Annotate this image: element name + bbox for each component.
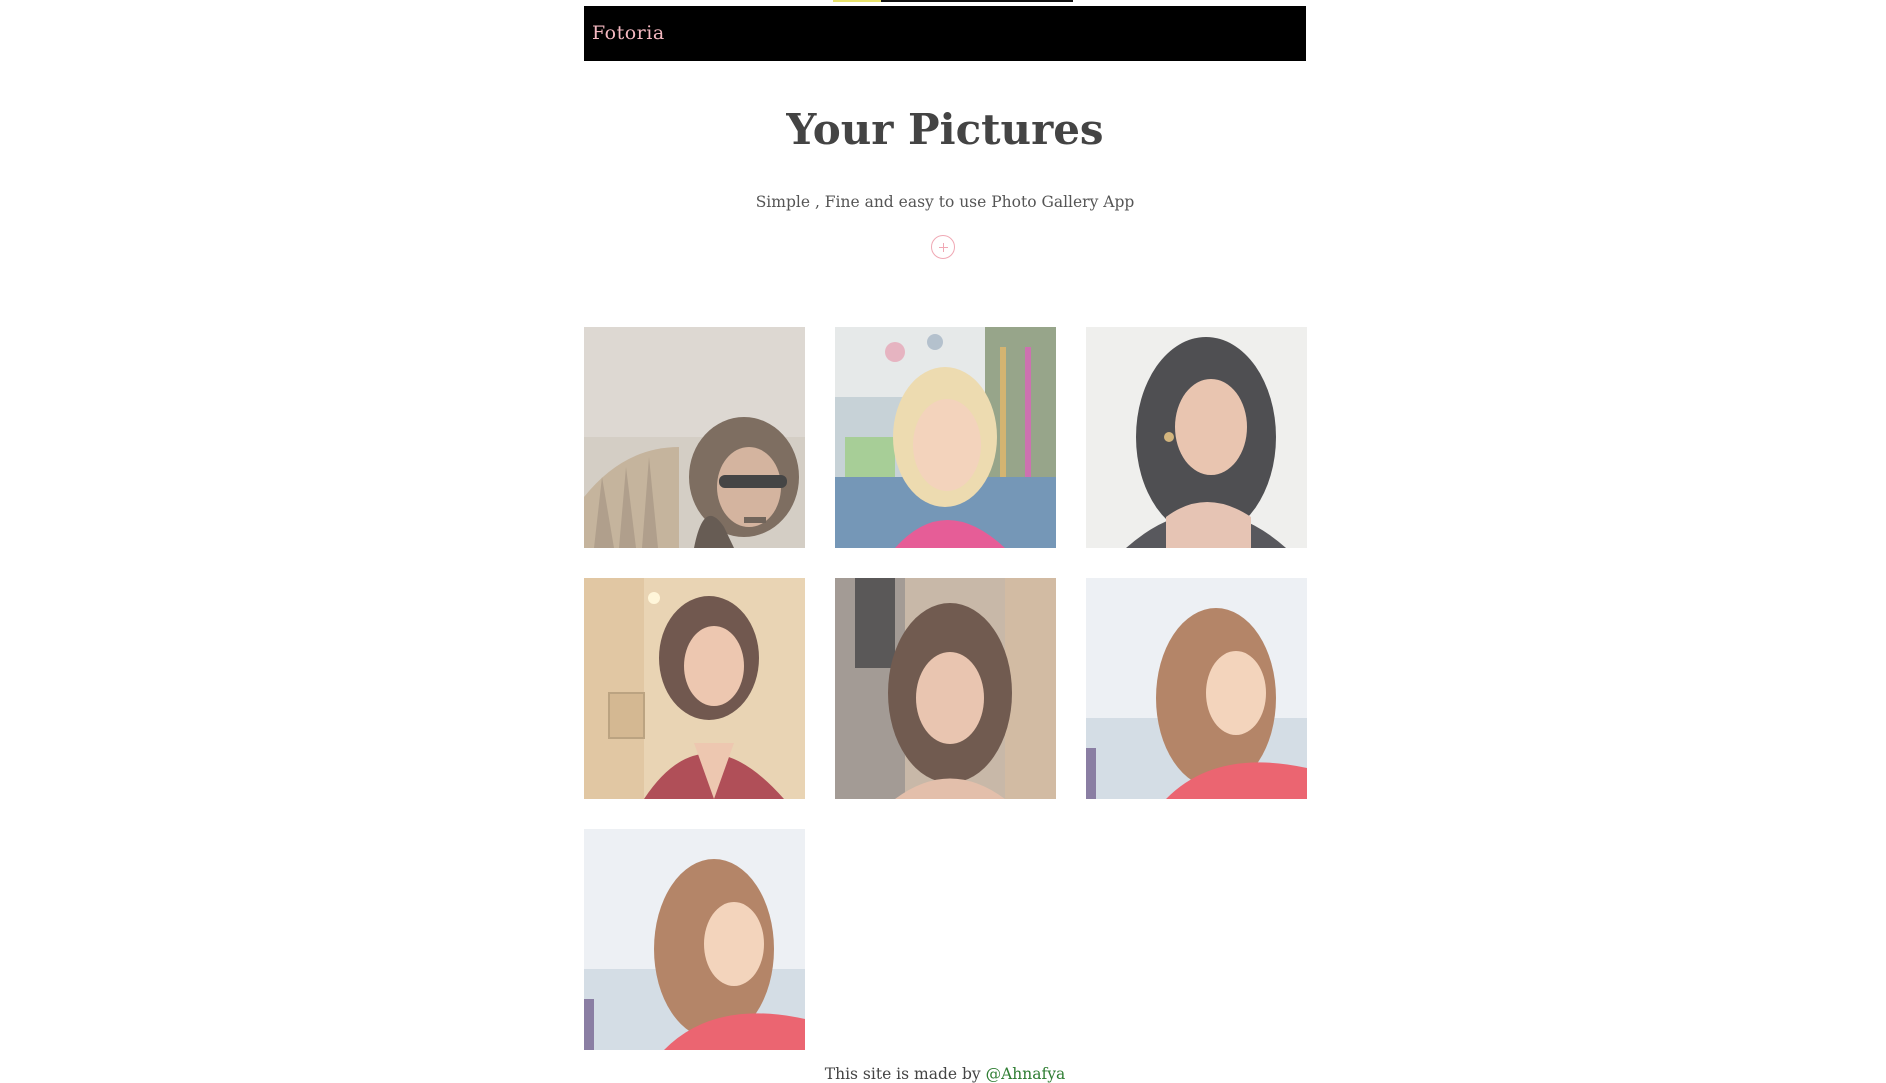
photo-5[interactable] [835, 578, 1056, 799]
top-strip-accent [833, 0, 881, 2]
footer-text: This site is made by [824, 1065, 986, 1083]
photo-7[interactable] [584, 829, 805, 1050]
top-strip [833, 0, 1073, 2]
author-link[interactable]: @Ahnafya [986, 1065, 1066, 1083]
page-title: Your Pictures [786, 105, 1104, 154]
brand-link[interactable]: Fotoria [592, 22, 665, 44]
add-photo-button[interactable] [931, 235, 955, 259]
page-subtitle: Simple , Fine and easy to use Photo Gall… [755, 193, 1135, 211]
photo-5-image [835, 578, 1056, 799]
photo-4[interactable] [584, 578, 805, 799]
photo-2[interactable] [835, 327, 1056, 548]
top-strip-dark [881, 0, 1073, 2]
photo-4-image [584, 578, 805, 799]
photo-1-image [584, 327, 805, 548]
photo-6[interactable] [1086, 578, 1307, 799]
photo-7-image [584, 829, 805, 1050]
navbar: Fotoria [584, 6, 1306, 61]
photo-6-image [1086, 578, 1307, 799]
footer: This site is made by @Ahnafya [584, 1065, 1306, 1083]
photo-3[interactable] [1086, 327, 1307, 548]
photo-1[interactable] [584, 327, 805, 548]
photo-3-image [1086, 327, 1307, 548]
photo-2-image [835, 327, 1056, 548]
